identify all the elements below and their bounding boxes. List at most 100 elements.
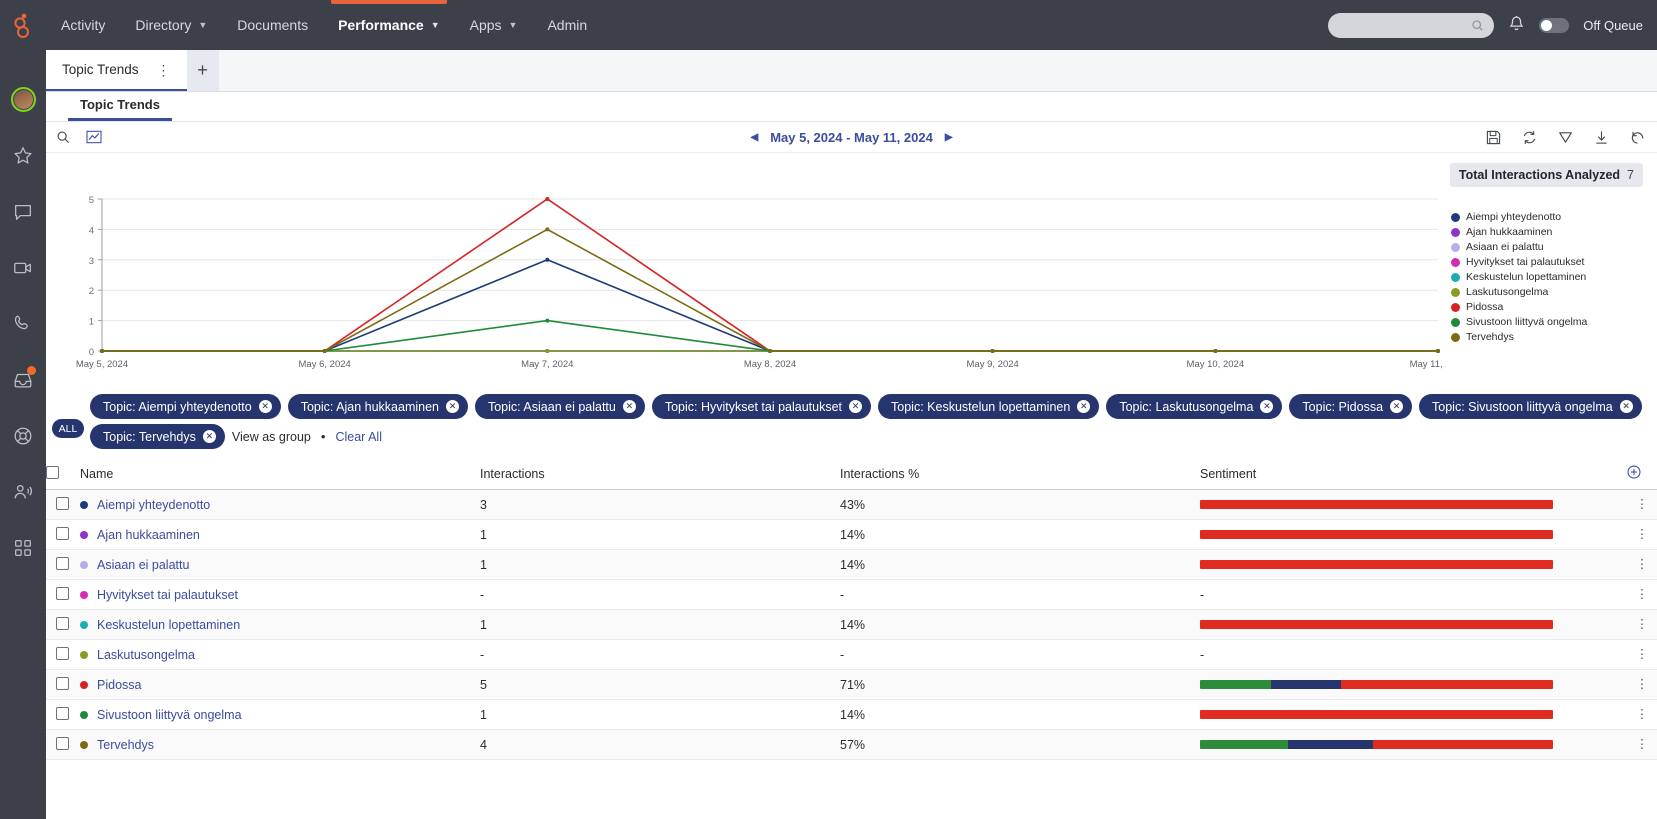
filter-chip[interactable]: Topic: Laskutusongelma ✕: [1106, 394, 1283, 419]
reset-icon[interactable]: [1630, 130, 1645, 145]
chevron-left-icon[interactable]: ◀: [750, 132, 758, 143]
column-header-sentiment[interactable]: Sentiment: [1200, 458, 1627, 490]
nav-item-apps[interactable]: Apps ▼: [455, 0, 533, 50]
save-icon[interactable]: [1486, 130, 1501, 145]
topic-name-link[interactable]: Sivustoon liittyvä ongelma: [97, 708, 242, 722]
chevron-right-icon[interactable]: ▶: [945, 132, 953, 143]
topic-name-link[interactable]: Laskutusongelma: [97, 648, 195, 662]
avatar[interactable]: [0, 72, 46, 127]
queue-status-toggle[interactable]: [1539, 17, 1570, 33]
kebab-menu-icon[interactable]: ⋮: [1627, 489, 1657, 520]
star-icon[interactable]: [0, 128, 46, 183]
row-checkbox[interactable]: [56, 706, 69, 720]
filter-chip[interactable]: Topic: Hyvitykset tai palautukset ✕: [651, 394, 872, 419]
clear-all-link[interactable]: Clear All: [335, 430, 382, 444]
row-checkbox[interactable]: [56, 496, 69, 510]
row-checkbox[interactable]: [56, 646, 69, 660]
nav-item-documents[interactable]: Documents: [222, 0, 323, 50]
global-search-box[interactable]: [1328, 12, 1495, 38]
filter-all-badge[interactable]: ALL: [52, 419, 84, 438]
phone-icon[interactable]: [0, 296, 46, 351]
date-range-selector[interactable]: ◀ May 5, 2024 - May 11, 2024 ▶: [712, 130, 992, 145]
refresh-icon[interactable]: [1522, 130, 1537, 145]
close-circle-icon[interactable]: ✕: [849, 400, 863, 413]
kebab-menu-icon[interactable]: ⋮: [1627, 639, 1657, 670]
close-circle-icon[interactable]: ✕: [202, 430, 216, 443]
column-header-interactions[interactable]: Interactions: [480, 458, 840, 490]
table-row[interactable]: Ajan hukkaaminen 1 14% ⋮: [46, 519, 1657, 550]
table-row[interactable]: Pidossa 5 71% ⋮: [46, 669, 1657, 700]
column-header-interactions-pct[interactable]: Interactions %: [840, 458, 1200, 490]
filter-icon[interactable]: [1558, 130, 1573, 145]
nav-item-directory[interactable]: Directory ▼: [120, 0, 222, 50]
filter-chip[interactable]: Topic: Pidossa ✕: [1289, 394, 1413, 419]
nav-item-admin[interactable]: Admin: [532, 0, 602, 50]
row-checkbox[interactable]: [56, 736, 69, 750]
workspace-tab-topic-trends[interactable]: Topic Trends ⋮: [46, 50, 187, 91]
table-row[interactable]: Aiempi yhteydenotto 3 43% ⋮: [46, 489, 1657, 520]
kebab-menu-icon[interactable]: ⋮: [1627, 669, 1657, 700]
kebab-menu-icon[interactable]: ⋮: [1627, 549, 1657, 580]
row-checkbox[interactable]: [56, 616, 69, 630]
row-checkbox[interactable]: [56, 556, 69, 570]
filter-chip[interactable]: Topic: Aiempi yhteydenotto ✕: [90, 394, 281, 419]
close-circle-icon[interactable]: ✕: [1619, 400, 1633, 413]
close-circle-icon[interactable]: ✕: [258, 400, 272, 413]
close-circle-icon[interactable]: ✕: [1390, 400, 1404, 413]
table-row[interactable]: Laskutusongelma - - - ⋮: [46, 639, 1657, 670]
kebab-menu-icon[interactable]: ⋮: [1627, 729, 1657, 760]
genesys-logo-icon[interactable]: [0, 0, 46, 50]
topic-name-link[interactable]: Keskustelun lopettaminen: [97, 618, 240, 632]
close-circle-icon[interactable]: ✕: [1260, 400, 1274, 413]
table-row[interactable]: Asiaan ei palattu 1 14% ⋮: [46, 549, 1657, 580]
table-row[interactable]: Hyvitykset tai palautukset - - - ⋮: [46, 579, 1657, 610]
tab-topic-trends[interactable]: Topic Trends: [68, 97, 172, 121]
row-checkbox[interactable]: [56, 526, 69, 540]
close-circle-icon[interactable]: ✕: [1077, 400, 1091, 413]
legend-item[interactable]: Asiaan ei palattu: [1451, 241, 1657, 253]
inbox-icon[interactable]: [0, 352, 46, 407]
topic-name-link[interactable]: Hyvitykset tai palautukset: [97, 588, 238, 602]
filter-chip[interactable]: Topic: Asiaan ei palattu ✕: [474, 394, 645, 419]
trend-line-plot[interactable]: 0 1 2 3 4 5 May 5, 2024 May 6, 2024 May 7, 2024 M…: [46, 191, 1446, 371]
topic-name-link[interactable]: Tervehdys: [97, 738, 154, 752]
kebab-menu-icon[interactable]: ⋮: [1627, 519, 1657, 550]
kebab-menu-icon[interactable]: ⋮: [1627, 699, 1657, 730]
legend-item[interactable]: Tervehdys: [1451, 331, 1657, 343]
plus-icon[interactable]: +: [186, 50, 219, 91]
legend-item[interactable]: Aiempi yhteydenotto: [1451, 211, 1657, 223]
person-broadcast-icon[interactable]: [0, 464, 46, 519]
search-input[interactable]: [1338, 17, 1472, 33]
legend-item[interactable]: Sivustoon liittyvä ongelma: [1451, 316, 1657, 328]
legend-item[interactable]: Laskutusongelma: [1451, 286, 1657, 298]
table-row[interactable]: Tervehdys 4 57% ⋮: [46, 729, 1657, 760]
filter-chip[interactable]: Topic: Sivustoon liittyvä ongelma ✕: [1419, 394, 1642, 419]
line-chart-icon[interactable]: [86, 130, 102, 144]
chat-bubble-icon[interactable]: [0, 184, 46, 239]
select-all-checkbox[interactable]: [46, 465, 59, 479]
view-as-group-link[interactable]: View as group: [232, 430, 311, 444]
kebab-menu-icon[interactable]: ⋮: [157, 63, 171, 77]
row-checkbox[interactable]: [56, 586, 69, 600]
bell-icon[interactable]: [1508, 15, 1525, 36]
topic-name-link[interactable]: Asiaan ei palattu: [97, 558, 189, 572]
table-row[interactable]: Sivustoon liittyvä ongelma 1 14% ⋮: [46, 699, 1657, 730]
add-column-icon[interactable]: [1627, 465, 1641, 482]
column-header-name[interactable]: Name: [80, 458, 480, 490]
kebab-menu-icon[interactable]: ⋮: [1627, 609, 1657, 640]
apps-grid-icon[interactable]: [0, 520, 46, 575]
topic-name-link[interactable]: Aiempi yhteydenotto: [97, 498, 210, 512]
kebab-menu-icon[interactable]: ⋮: [1627, 579, 1657, 610]
close-circle-icon[interactable]: ✕: [622, 400, 636, 413]
filter-chip[interactable]: Topic: Ajan hukkaaminen ✕: [287, 394, 468, 419]
topic-name-link[interactable]: Ajan hukkaaminen: [97, 528, 200, 542]
video-camera-icon[interactable]: [0, 240, 46, 295]
search-icon[interactable]: [56, 130, 70, 144]
legend-item[interactable]: Hyvitykset tai palautukset: [1451, 256, 1657, 268]
legend-item[interactable]: Keskustelun lopettaminen: [1451, 271, 1657, 283]
legend-item[interactable]: Pidossa: [1451, 301, 1657, 313]
download-icon[interactable]: [1594, 130, 1609, 145]
filter-chip[interactable]: Topic: Keskustelun lopettaminen ✕: [878, 394, 1100, 419]
row-checkbox[interactable]: [56, 676, 69, 690]
table-row[interactable]: Keskustelun lopettaminen 1 14% ⋮: [46, 609, 1657, 640]
